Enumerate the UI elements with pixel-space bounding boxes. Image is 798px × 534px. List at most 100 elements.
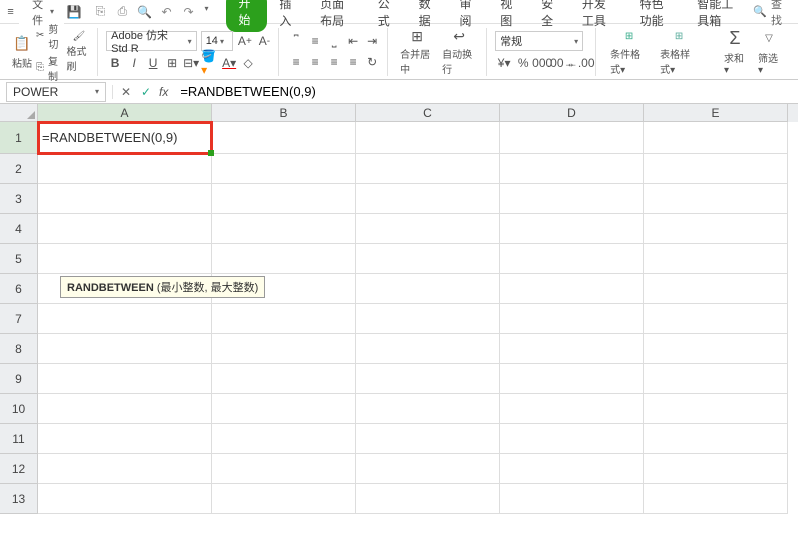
- cell-E5[interactable]: [644, 244, 788, 274]
- currency-icon[interactable]: ¥▾: [495, 54, 513, 72]
- cell-D8[interactable]: [500, 334, 644, 364]
- font-size-combo[interactable]: 14 ▾: [201, 31, 233, 51]
- cell-B12[interactable]: [212, 454, 356, 484]
- app-menu-icon[interactable]: ≡: [4, 4, 17, 20]
- row-header-4[interactable]: 4: [0, 214, 38, 244]
- cell-E2[interactable]: [644, 154, 788, 184]
- select-all-corner[interactable]: [0, 104, 38, 122]
- bold-button[interactable]: B: [106, 54, 124, 72]
- column-header-E[interactable]: E: [644, 104, 788, 122]
- name-box[interactable]: POWER ▾: [6, 82, 106, 102]
- cell-E8[interactable]: [644, 334, 788, 364]
- decrease-font-icon[interactable]: A-: [257, 32, 273, 50]
- cell-B5[interactable]: [212, 244, 356, 274]
- cell-E12[interactable]: [644, 454, 788, 484]
- cell-D2[interactable]: [500, 154, 644, 184]
- cell-D5[interactable]: [500, 244, 644, 274]
- font-color-button[interactable]: A▾: [220, 54, 238, 72]
- cell-E11[interactable]: [644, 424, 788, 454]
- sum-button[interactable]: Σ 求和▾: [718, 28, 752, 76]
- percent-icon[interactable]: %: [514, 54, 532, 72]
- row-header-13[interactable]: 13: [0, 484, 38, 514]
- cell-A5[interactable]: [38, 244, 212, 274]
- row-header-9[interactable]: 9: [0, 364, 38, 394]
- cell-C13[interactable]: [356, 484, 500, 514]
- row-header-5[interactable]: 5: [0, 244, 38, 274]
- decrease-decimal-icon[interactable]: ←.00: [571, 54, 589, 72]
- cell-B10[interactable]: [212, 394, 356, 424]
- cell-A12[interactable]: [38, 454, 212, 484]
- formula-input[interactable]: [174, 82, 798, 102]
- wrap-text-button[interactable]: ↩ 自动换行: [438, 27, 480, 76]
- cell-C9[interactable]: [356, 364, 500, 394]
- column-header-D[interactable]: D: [500, 104, 644, 122]
- cell-B4[interactable]: [212, 214, 356, 244]
- cell-A7[interactable]: [38, 304, 212, 334]
- table-style-button[interactable]: ⊞ 表格样式▾: [654, 28, 704, 76]
- paste-button[interactable]: 📋 粘贴: [12, 34, 32, 70]
- cell-E10[interactable]: [644, 394, 788, 424]
- number-format-combo[interactable]: 常规 ▾: [495, 31, 583, 51]
- cell-C8[interactable]: [356, 334, 500, 364]
- cell-C3[interactable]: [356, 184, 500, 214]
- cell-A8[interactable]: [38, 334, 212, 364]
- conditional-format-button[interactable]: ⊞ 条件格式▾: [604, 28, 654, 76]
- underline-button[interactable]: U: [144, 54, 162, 72]
- row-header-2[interactable]: 2: [0, 154, 38, 184]
- more-border-button[interactable]: ⊟▾: [182, 54, 200, 72]
- print-preview-icon[interactable]: 🔍: [136, 4, 152, 20]
- undo-icon[interactable]: ↶: [158, 4, 174, 20]
- cell-A11[interactable]: [38, 424, 212, 454]
- cell-C11[interactable]: [356, 424, 500, 454]
- cell-E3[interactable]: [644, 184, 788, 214]
- cell-A13[interactable]: [38, 484, 212, 514]
- cell-A4[interactable]: [38, 214, 212, 244]
- cell-C6[interactable]: [356, 274, 500, 304]
- align-top-icon[interactable]: ⎴: [287, 32, 305, 50]
- fill-color-button[interactable]: 🪣▾: [201, 54, 219, 72]
- filter-button[interactable]: ▽ 筛选▾: [752, 28, 786, 76]
- cell-A9[interactable]: [38, 364, 212, 394]
- cell-D6[interactable]: [500, 274, 644, 304]
- cut-button[interactable]: ✂ 剪切: [36, 21, 63, 51]
- column-header-C[interactable]: C: [356, 104, 500, 122]
- cell-B7[interactable]: [212, 304, 356, 334]
- cancel-formula-icon[interactable]: ✕: [119, 85, 133, 99]
- cell-D1[interactable]: [500, 122, 644, 154]
- border-button[interactable]: ⊞: [163, 54, 181, 72]
- cell-A10[interactable]: [38, 394, 212, 424]
- cell-C5[interactable]: [356, 244, 500, 274]
- row-header-3[interactable]: 3: [0, 184, 38, 214]
- copy-button[interactable]: ⎘ 复制: [36, 53, 63, 83]
- cell-D3[interactable]: [500, 184, 644, 214]
- cell-B1[interactable]: [212, 122, 356, 154]
- cell-D13[interactable]: [500, 484, 644, 514]
- align-center-icon[interactable]: ≡: [306, 53, 324, 71]
- cell-C4[interactable]: [356, 214, 500, 244]
- cell-E13[interactable]: [644, 484, 788, 514]
- cell-B3[interactable]: [212, 184, 356, 214]
- italic-button[interactable]: I: [125, 54, 143, 72]
- format-painter-button[interactable]: 🖌 格式刷: [67, 31, 92, 73]
- qat-dropdown-icon[interactable]: ▾: [204, 4, 208, 20]
- cell-D9[interactable]: [500, 364, 644, 394]
- cell-C1[interactable]: [356, 122, 500, 154]
- column-header-B[interactable]: B: [212, 104, 356, 122]
- decrease-indent-icon[interactable]: ⇤: [344, 32, 362, 50]
- cell-E9[interactable]: [644, 364, 788, 394]
- row-header-1[interactable]: 1: [0, 122, 38, 154]
- increase-indent-icon[interactable]: ⇥: [363, 32, 381, 50]
- accept-formula-icon[interactable]: ✓: [139, 85, 153, 99]
- cell-E6[interactable]: [644, 274, 788, 304]
- cells-area[interactable]: =RANDBETWEEN(0,9): [38, 122, 798, 534]
- cell-E4[interactable]: [644, 214, 788, 244]
- cell-B8[interactable]: [212, 334, 356, 364]
- cell-A2[interactable]: [38, 154, 212, 184]
- cell-C7[interactable]: [356, 304, 500, 334]
- justify-icon[interactable]: ≡: [344, 53, 362, 71]
- clear-format-button[interactable]: ◇: [239, 54, 257, 72]
- fx-icon[interactable]: fx: [159, 85, 168, 99]
- cell-A1[interactable]: =RANDBETWEEN(0,9): [38, 122, 212, 154]
- cell-B2[interactable]: [212, 154, 356, 184]
- font-name-combo[interactable]: Adobe 仿宋 Std R ▾: [106, 31, 197, 51]
